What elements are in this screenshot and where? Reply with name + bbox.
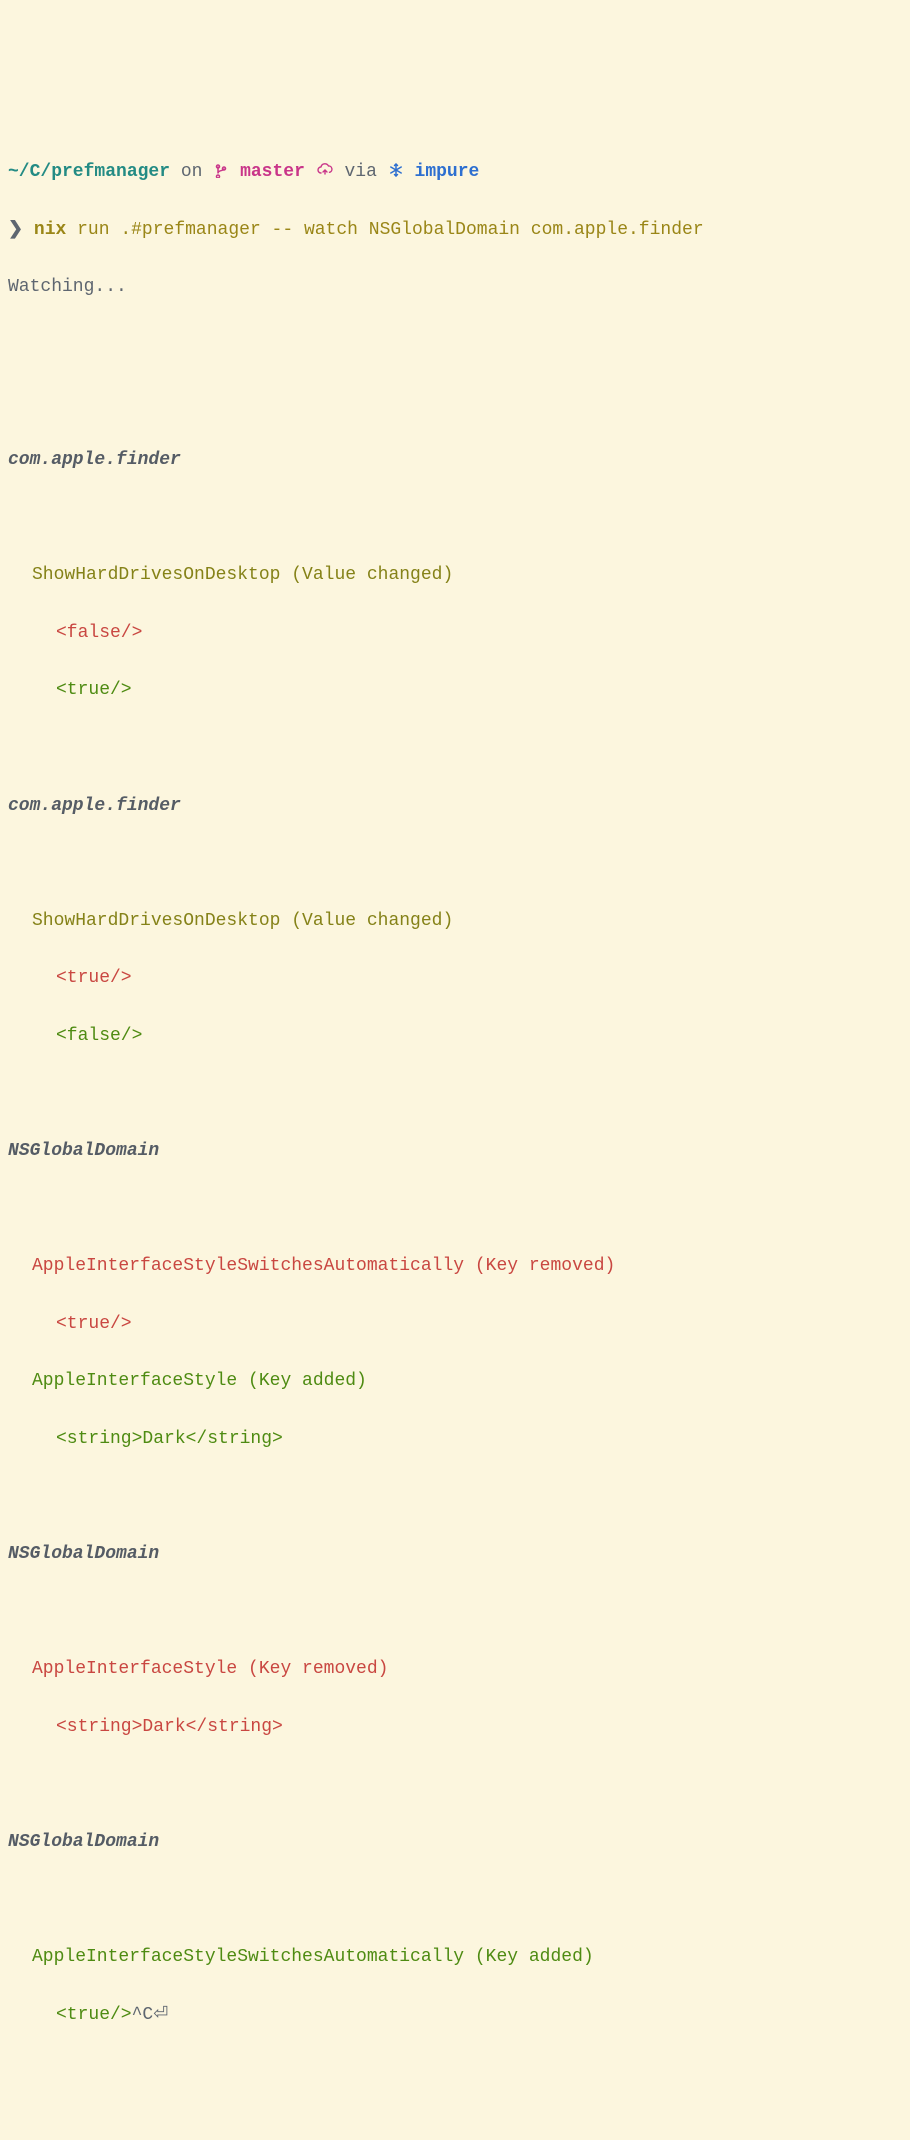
domain-header: NSGlobalDomain: [8, 1540, 902, 1569]
prompt-line-2: ❯ nix run .#prefmanager -- watch NSGloba…: [8, 216, 902, 245]
command-name[interactable]: nix: [34, 220, 66, 240]
change-key: ShowHardDrivesOnDesktop (Value changed): [8, 561, 902, 590]
return-icon: ⏎: [153, 2005, 168, 2025]
added-value-inline: <true/>: [56, 2005, 132, 2025]
command-args[interactable]: run .#prefmanager -- watch NSGlobalDomai…: [66, 220, 703, 240]
prompt-line-1: ~/C/prefmanager on master via impure: [8, 158, 902, 187]
blank-line: [8, 331, 902, 360]
removed-value: <true/>: [8, 964, 902, 993]
blank-line: [8, 1771, 902, 1800]
domain-header: NSGlobalDomain: [8, 1137, 902, 1166]
removed-value: <string>Dark</string>: [8, 1713, 902, 1742]
added-value: <string>Dark</string>: [8, 1425, 902, 1454]
change-key: ShowHardDrivesOnDesktop (Value changed): [8, 907, 902, 936]
snowflake-icon: [388, 162, 404, 182]
blank-line: [8, 504, 902, 533]
last-line: <true/>^C⏎: [8, 2001, 902, 2030]
domain-header: NSGlobalDomain: [8, 1828, 902, 1857]
prompt-env: impure: [415, 162, 480, 182]
cloud-upload-icon: [316, 162, 334, 182]
blank-line: [8, 1079, 902, 1108]
change-key-added: AppleInterfaceStyle (Key added): [8, 1367, 902, 1396]
change-key-added: AppleInterfaceStyleSwitchesAutomatically…: [8, 1943, 902, 1972]
blank-line: [8, 849, 902, 878]
git-branch-icon: [213, 162, 229, 182]
prompt-via: via: [334, 162, 388, 182]
prompt-symbol: ❯: [8, 220, 23, 240]
removed-value: <false/>: [8, 619, 902, 648]
terminal-output: ~/C/prefmanager on master via impure ❯ n…: [8, 129, 902, 2058]
blank-line: [8, 1483, 902, 1512]
prompt-on: on: [170, 162, 213, 182]
blank-line: [8, 734, 902, 763]
removed-value: <true/>: [8, 1310, 902, 1339]
added-value: <false/>: [8, 1022, 902, 1051]
prompt-branch: master: [240, 162, 305, 182]
watching-text: Watching...: [8, 273, 902, 302]
added-value: <true/>: [8, 676, 902, 705]
blank-line: [8, 1886, 902, 1915]
blank-line: [8, 1195, 902, 1224]
domain-header: com.apple.finder: [8, 792, 902, 821]
blank-line: [8, 388, 902, 417]
change-key-removed: AppleInterfaceStyleSwitchesAutomatically…: [8, 1252, 902, 1281]
prompt-path: ~/C/prefmanager: [8, 162, 170, 182]
ctrl-c-text: ^C: [132, 2005, 154, 2025]
blank-line: [8, 1598, 902, 1627]
domain-header: com.apple.finder: [8, 446, 902, 475]
change-key-removed: AppleInterfaceStyle (Key removed): [8, 1655, 902, 1684]
